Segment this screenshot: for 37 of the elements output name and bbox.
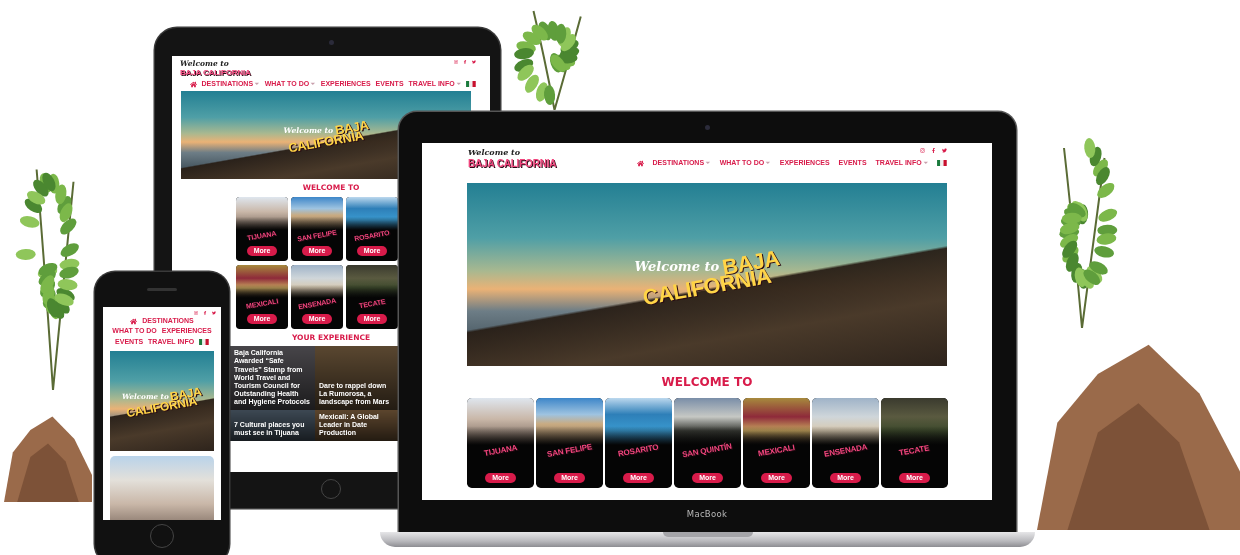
photo-placeholder [743, 398, 810, 445]
flag-icon[interactable] [466, 81, 476, 88]
photo-placeholder [346, 264, 398, 299]
camera-dot [328, 40, 334, 45]
destination-lettering: SAN QUINTÍN [682, 442, 733, 460]
photo-placeholder [236, 264, 288, 299]
brand-label: MacBook [686, 509, 728, 519]
photo-placeholder [291, 196, 343, 231]
section-title: WELCOME TO [661, 376, 753, 388]
photo-placeholder [291, 264, 343, 299]
flag-icon[interactable] [937, 159, 947, 167]
photo-placeholder [605, 398, 672, 445]
destination-lettering: TIJUANA [483, 443, 518, 459]
logo-wordmark: BAJA CALIFORNIA [180, 69, 251, 79]
camera-dot [704, 125, 710, 130]
home-icon[interactable] [130, 317, 138, 325]
destination-lettering: ENSENADA [823, 443, 868, 460]
home-icon[interactable] [189, 80, 197, 88]
twitter-icon[interactable] [942, 148, 947, 153]
twitter-icon[interactable] [472, 60, 476, 64]
photo-placeholder [236, 196, 288, 231]
home-icon[interactable] [636, 159, 644, 167]
destination-lettering: ROSARITO [617, 443, 660, 460]
twitter-icon[interactable] [212, 311, 216, 315]
destination-lettering: MEXICALI [757, 443, 796, 459]
photo-placeholder [881, 398, 948, 445]
photo-placeholder [536, 398, 603, 445]
destination-lettering: SAN FELIPE [546, 442, 593, 460]
logo-script: Welcome to [468, 148, 521, 157]
photo-placeholder [346, 196, 398, 231]
photo-placeholder [467, 398, 534, 445]
facebook-icon[interactable] [931, 148, 936, 153]
photo-placeholder [812, 398, 879, 445]
logo-wordmark: BAJA CALIFORNIA [468, 157, 557, 169]
speaker-grille [147, 288, 177, 291]
destination-lettering: TECATE [898, 444, 931, 459]
flag-icon[interactable] [199, 338, 209, 346]
